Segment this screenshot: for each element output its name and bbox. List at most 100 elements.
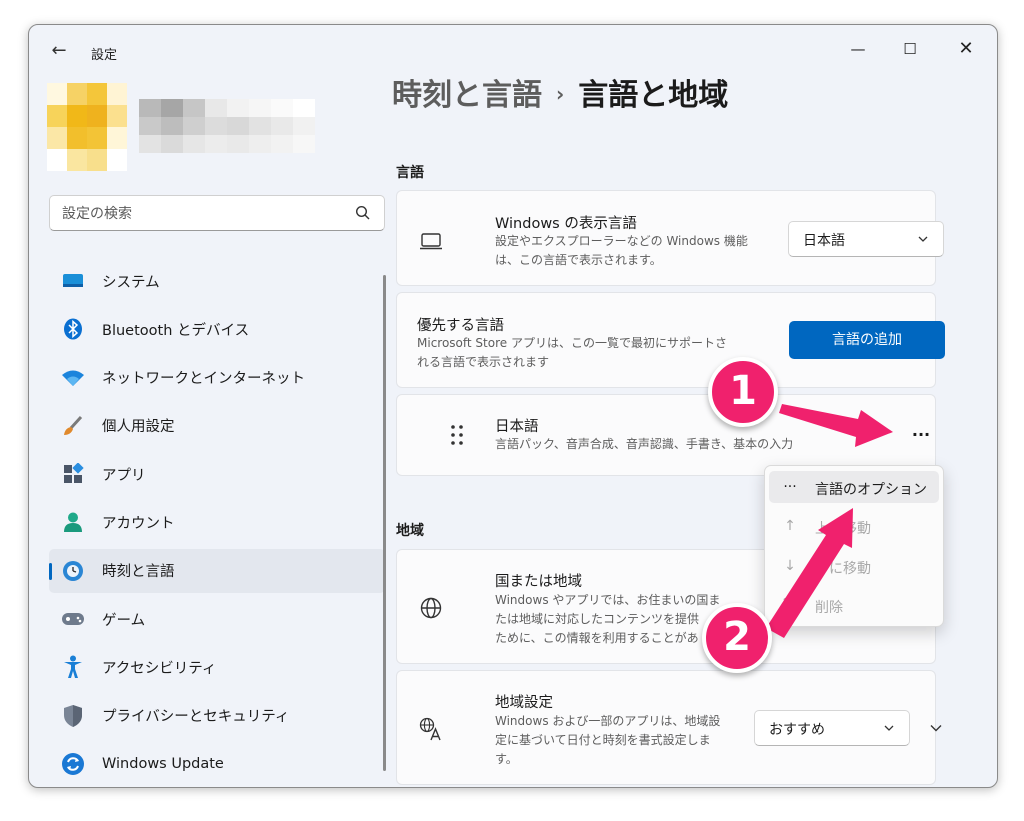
sidebar-item-label: システム: [102, 274, 160, 291]
wifi-icon: [61, 366, 85, 390]
language-section-title: 言語: [396, 165, 424, 181]
avatar-pixel: [87, 149, 107, 171]
desc-line: ために、この情報を利用することがあ: [495, 631, 699, 645]
desc-line: Windows やアプリでは、お住まいの国ま: [495, 593, 721, 607]
name-pixel: [205, 117, 227, 135]
desc-line: す。: [495, 752, 518, 766]
name-pixel: [183, 99, 205, 117]
time-language-icon: [61, 559, 85, 583]
sidebar-item-label: ゲーム: [102, 612, 146, 629]
sidebar-item-privacy[interactable]: プライバシーとセキュリティ: [49, 694, 385, 738]
avatar: [47, 83, 127, 171]
display-language-desc: 設定やエクスプローラーなどの Windows 機能 は、この言語で表示されます。: [495, 232, 748, 270]
back-button[interactable]: ←: [45, 39, 73, 63]
maximize-button[interactable]: ☐: [887, 33, 933, 65]
sidebar-item-time-language[interactable]: 時刻と言語: [49, 548, 385, 593]
regional-format-desc: Windows および一部のアプリは、地域設 定に基づいて日付と時刻を書式設定し…: [495, 712, 720, 769]
breadcrumb-parent[interactable]: 時刻と言語: [392, 78, 542, 113]
avatar-pixel: [67, 105, 87, 127]
sidebar-scrollbar[interactable]: [383, 275, 386, 771]
menu-item-move-up[interactable]: ↑ 上に移動: [769, 510, 939, 542]
name-pixel: [139, 99, 161, 117]
display-language-title: Windows の表示言語: [495, 216, 637, 232]
sidebar-item-windows-update[interactable]: Windows Update: [49, 742, 385, 786]
search-input[interactable]: [60, 203, 344, 225]
user-profile[interactable]: [47, 83, 317, 173]
menu-item-remove[interactable]: 🗑 削除: [769, 589, 939, 621]
desc-line: は、この言語で表示されます。: [495, 253, 662, 267]
add-language-button[interactable]: 言語の追加: [789, 321, 945, 359]
regional-format-dropdown[interactable]: おすすめ: [754, 710, 910, 746]
japanese-language-card[interactable]: 日本語 言語パック、音声合成、音声認識、手書き、基本の入力: [396, 394, 936, 476]
name-pixel: [183, 117, 205, 135]
avatar-pixel: [107, 149, 127, 171]
user-name-blurred: [139, 99, 315, 153]
menu-item-label: 上に移動: [815, 521, 871, 537]
regional-format-icon: [419, 717, 441, 741]
page-title: 言語と地域: [578, 78, 729, 113]
avatar-pixel: [67, 127, 87, 149]
expand-chevron-icon[interactable]: [929, 721, 943, 735]
search-box[interactable]: [49, 195, 385, 231]
gamepad-icon: [61, 607, 85, 631]
name-pixel: [227, 99, 249, 117]
sidebar-item-system[interactable]: システム: [49, 259, 385, 303]
chevron-down-icon: [884, 725, 894, 731]
name-pixel: [183, 135, 205, 153]
desc-line: Microsoft Store アプリは、この一覧で最初にサポートさ: [417, 336, 727, 350]
sidebar-item-personalization[interactable]: 個人用設定: [49, 404, 385, 448]
menu-item-language-options[interactable]: ··· 言語のオプション: [769, 471, 939, 503]
avatar-pixel: [47, 127, 67, 149]
more-icon: ···: [783, 479, 797, 495]
avatar-pixel: [107, 83, 127, 105]
sidebar-item-gaming[interactable]: ゲーム: [49, 597, 385, 641]
name-pixel: [161, 117, 183, 135]
close-button[interactable]: ✕: [943, 33, 989, 65]
sidebar-item-label: 個人用設定: [102, 419, 175, 436]
avatar-pixel: [47, 105, 67, 127]
update-icon: [61, 752, 85, 776]
drag-handle-icon[interactable]: [449, 424, 465, 446]
sidebar-item-label: アプリ: [102, 467, 146, 484]
desc-line: 定に基づいて日付と時刻を書式設定しま: [495, 733, 711, 747]
name-pixel: [293, 117, 315, 135]
sidebar-item-apps[interactable]: アプリ: [49, 452, 385, 496]
country-region-title: 国または地域: [495, 574, 582, 590]
name-pixel: [161, 99, 183, 117]
apps-icon: [61, 462, 85, 486]
name-pixel: [293, 99, 315, 117]
sidebar-item-label: 時刻と言語: [102, 564, 175, 581]
country-region-desc: Windows やアプリでは、お住まいの国ま たは地域に対応したコンテンツを提供…: [495, 591, 720, 648]
arrow-up-icon: ↑: [784, 518, 796, 534]
sidebar-item-bluetooth[interactable]: Bluetooth とデバイス: [49, 307, 385, 351]
name-pixel: [249, 99, 271, 117]
search-icon[interactable]: [354, 204, 372, 222]
display-language-dropdown[interactable]: 日本語: [788, 221, 944, 257]
name-pixel: [205, 135, 227, 153]
more-options-button[interactable]: ···: [906, 423, 936, 447]
annotation-badge-1: 1: [708, 357, 778, 427]
sidebar-item-label: アクセシビリティ: [102, 660, 217, 677]
laptop-icon: [420, 233, 442, 250]
sidebar-item-accessibility[interactable]: アクセシビリティ: [49, 645, 385, 689]
sidebar-item-network[interactable]: ネットワークとインターネット: [49, 356, 385, 400]
title-bar: ← 設定 — ☐ ✕: [29, 25, 997, 73]
minimize-button[interactable]: —: [835, 33, 881, 65]
brush-icon: [61, 414, 85, 438]
menu-item-label: 言語のオプション: [815, 482, 927, 498]
name-pixel: [271, 135, 293, 153]
avatar-pixel: [87, 127, 107, 149]
sidebar-item-accounts[interactable]: アカウント: [49, 500, 385, 544]
preferred-languages-title: 優先する言語: [417, 318, 504, 334]
name-pixel: [249, 117, 271, 135]
avatar-pixel: [47, 149, 67, 171]
name-pixel: [205, 99, 227, 117]
sidebar-item-label: プライバシーとセキュリティ: [102, 709, 290, 726]
sidebar-item-label: Bluetooth とデバイス: [102, 322, 250, 339]
menu-item-label: 削除: [815, 600, 843, 616]
name-pixel: [249, 135, 271, 153]
arrow-down-icon: ↓: [784, 558, 796, 574]
globe-icon: [420, 597, 442, 619]
annotation-badge-2: 2: [702, 603, 772, 673]
menu-item-move-down[interactable]: ↓ 下に移動: [769, 550, 939, 582]
